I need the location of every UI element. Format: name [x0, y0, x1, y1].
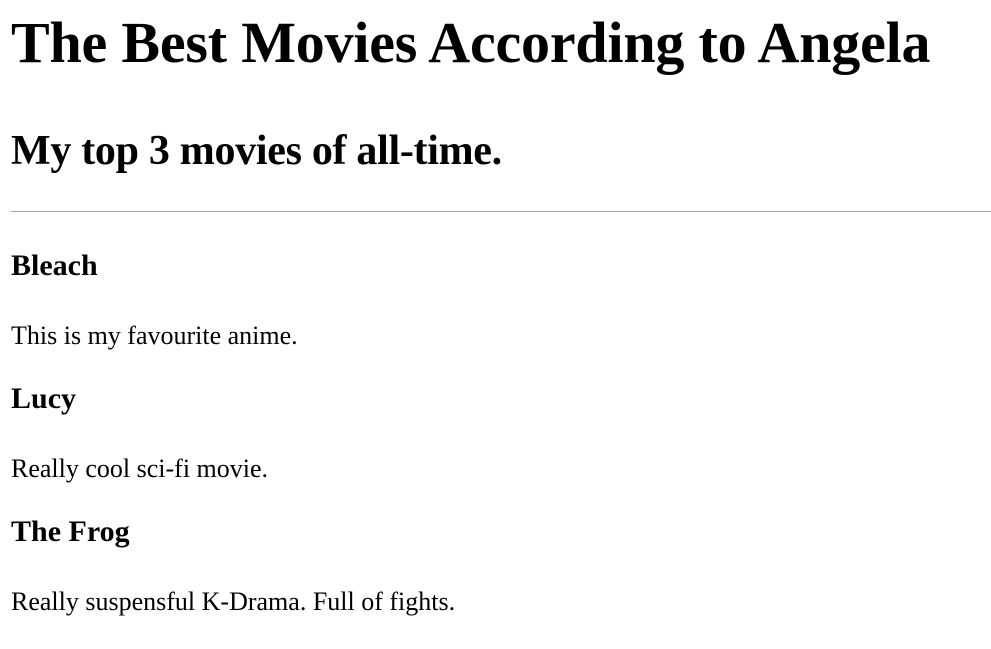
- movie-title: Lucy: [11, 382, 77, 415]
- movie-review: Really cool sci-fi movie.: [11, 454, 269, 483]
- movie-item: The Frog Really suspensful K-Drama. Full…: [11, 515, 991, 617]
- movie-item: Bleach This is my favourite anime.: [11, 249, 991, 351]
- page-title: The Best Movies According to Angela: [11, 10, 931, 75]
- movie-title: The Frog: [11, 515, 130, 548]
- movie-title: Bleach: [11, 249, 98, 282]
- divider: [11, 211, 991, 212]
- movie-review: Really suspensful K-Drama. Full of fight…: [11, 587, 456, 616]
- movie-review: This is my favourite anime.: [11, 321, 298, 350]
- movie-item: Lucy Really cool sci-fi movie.: [11, 382, 991, 484]
- page-subtitle: My top 3 movies of all-time.: [11, 128, 502, 174]
- page-content: The Best Movies According to Angela My t…: [0, 0, 991, 617]
